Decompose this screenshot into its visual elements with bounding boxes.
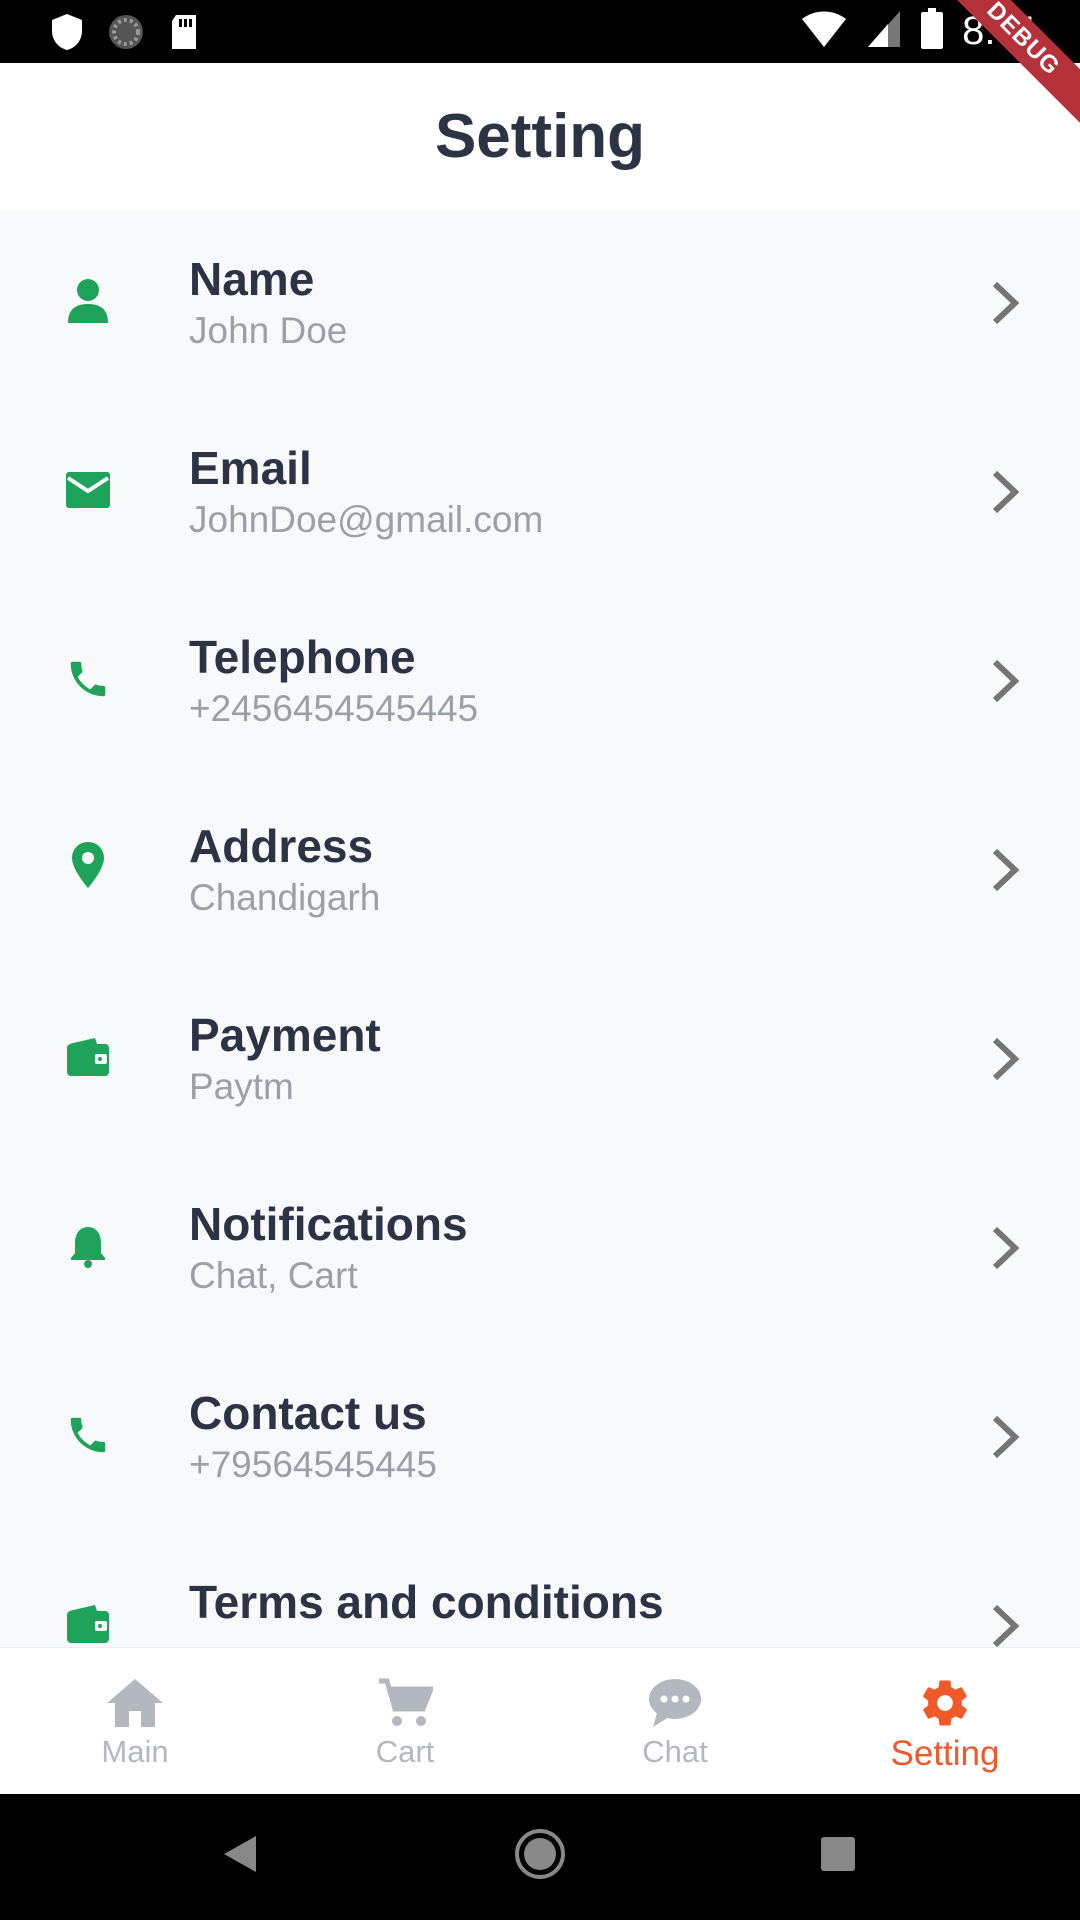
wifi-icon: [800, 9, 848, 54]
bell-icon: [62, 1220, 114, 1272]
settings-item-payment[interactable]: Payment Paytm: [0, 966, 1080, 1155]
settings-item-value: Chat, Cart: [189, 1255, 358, 1296]
chevron-right-icon: [985, 845, 1025, 895]
status-bar: 8:41: [0, 0, 1080, 63]
settings-item-notifications[interactable]: Notifications Chat, Cart: [0, 1155, 1080, 1344]
settings-item-terms[interactable]: Terms and conditions: [0, 1533, 1080, 1647]
home-icon: [103, 1676, 167, 1730]
nav-item-main[interactable]: Main: [0, 1648, 270, 1795]
settings-item-value: +2456454545445: [189, 688, 479, 729]
settings-item-label: Payment: [189, 1009, 381, 1061]
location-pin-icon: [62, 839, 114, 891]
nav-item-label: Main: [101, 1734, 169, 1769]
back-icon[interactable]: [222, 1834, 258, 1879]
settings-item-label: Notifications: [189, 1198, 468, 1250]
chevron-right-icon: [985, 1412, 1025, 1462]
person-icon: [62, 275, 114, 327]
chevron-right-icon: [985, 467, 1025, 517]
settings-item-telephone[interactable]: Telephone +2456454545445: [0, 588, 1080, 777]
settings-item-label: Telephone: [189, 631, 416, 683]
battery-icon: [920, 8, 944, 55]
settings-item-label: Terms and conditions: [189, 1576, 664, 1628]
settings-item-label: Contact us: [189, 1387, 427, 1439]
settings-item-value: +79564545445: [189, 1444, 437, 1485]
phone-icon: [62, 653, 114, 705]
app-bar: Setting: [0, 63, 1080, 210]
wallet-icon: [62, 1598, 114, 1647]
nav-item-label: Cart: [375, 1734, 435, 1769]
chat-icon: [643, 1676, 707, 1730]
system-nav-bar: [0, 1794, 1080, 1920]
settings-item-value: Chandigarh: [189, 877, 381, 918]
loading-icon: [106, 12, 146, 57]
nav-item-cart[interactable]: Cart: [270, 1648, 540, 1795]
chevron-right-icon: [985, 1034, 1025, 1084]
nav-item-chat[interactable]: Chat: [540, 1648, 810, 1795]
mail-icon: [62, 464, 114, 516]
settings-item-label: Name: [189, 253, 315, 305]
gear-icon: [913, 1676, 977, 1730]
bottom-nav: Main Cart Chat Setting: [0, 1647, 1080, 1794]
settings-item-label: Address: [189, 820, 374, 872]
phone-icon: [62, 1409, 114, 1461]
chevron-right-icon: [985, 1223, 1025, 1273]
settings-item-address[interactable]: Address Chandigarh: [0, 777, 1080, 966]
nav-item-label: Chat: [642, 1734, 708, 1769]
sd-card-icon: [168, 13, 200, 56]
settings-item-name[interactable]: Name John Doe: [0, 210, 1080, 399]
chevron-right-icon: [985, 656, 1025, 706]
wallet-icon: [62, 1031, 114, 1083]
settings-item-value: Paytm: [189, 1066, 294, 1107]
chevron-right-icon: [985, 1601, 1025, 1647]
settings-item-label: Email: [189, 442, 312, 494]
signal-icon: [866, 9, 902, 54]
nav-item-label: Setting: [890, 1734, 1000, 1773]
home-button-icon[interactable]: [514, 1828, 566, 1885]
cart-icon: [373, 1676, 437, 1730]
settings-item-email[interactable]: Email JohnDoe@gmail.com: [0, 399, 1080, 588]
recents-icon[interactable]: [820, 1836, 856, 1877]
settings-item-value: John Doe: [189, 310, 348, 351]
nav-item-setting[interactable]: Setting: [810, 1648, 1080, 1795]
chevron-right-icon: [985, 278, 1025, 328]
settings-item-value: JohnDoe@gmail.com: [189, 499, 544, 540]
shield-icon: [50, 12, 84, 57]
settings-list: Name John Doe Email JohnDoe@gmail.com Te…: [0, 210, 1080, 1647]
settings-item-contact-us[interactable]: Contact us +79564545445: [0, 1344, 1080, 1533]
page-title: Setting: [434, 102, 646, 171]
